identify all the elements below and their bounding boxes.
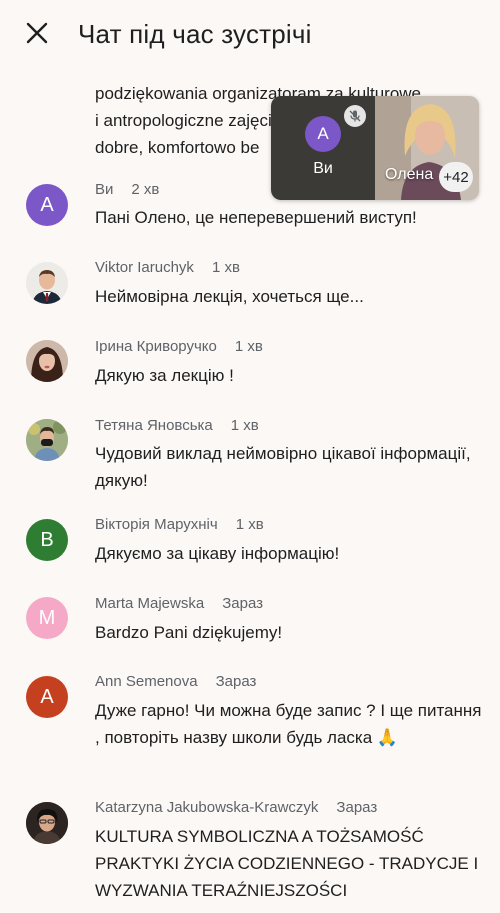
chat-header: Чат під час зустрічі [0,0,500,72]
avatar: M [26,597,68,639]
message-time: Зараз [215,673,257,690]
message-text: Неймовірна лекція, хочеться ще... [95,287,364,306]
avatar: В [26,519,68,561]
message-text: Дякуємо за цікаву інформацію! [95,544,340,563]
person-photo-icon [26,419,68,461]
sender-name: Marta Majewska [95,595,205,612]
message-text: Пані Олено, це неперевершений виступ! [95,208,417,227]
message-text: Чудовий виклад неймовірно цікавої інформ… [95,444,471,490]
message-time: Зараз [336,799,378,816]
self-video-tile[interactable]: A Ви [271,96,375,200]
message-text: Дуже гарно! Чи можна буде запис ? І ще п… [95,701,482,747]
person-photo-icon [26,340,68,382]
person-photo-icon [26,802,68,844]
message-text: Дякую за лекцію ! [95,366,234,385]
avatar: A [305,116,341,152]
participant-video-tile[interactable]: Олена +42 [375,96,479,200]
message-time: 1 хв [235,516,264,533]
person-photo-icon [26,262,68,304]
self-name: Ви [313,160,333,177]
sender-name: Ірина Криворучко [95,338,217,355]
close-button[interactable] [22,18,52,48]
close-icon [26,22,48,44]
mic-off-icon [349,110,361,122]
avatar [26,340,68,382]
video-pip[interactable]: A Ви Олена +42 [271,96,479,200]
participant-count-badge[interactable]: +42 [439,162,473,192]
sender-name: Тетяна Яновська [95,417,213,434]
avatar [26,262,68,304]
participant-name: Олена [385,166,434,183]
avatar [26,802,68,844]
avatar: A [26,184,68,226]
avatar: A [26,676,68,718]
mic-muted-badge [344,105,366,127]
sender-name: Ann Semenova [95,673,198,690]
sender-name: Вікторія Марухніч [95,516,218,533]
message-time: Зараз [222,595,263,612]
message-text: Bardzo Pani dziękujemy! [95,623,283,642]
sender-name: Viktor Iaruchyk [95,259,194,276]
sender-name: Ви [95,181,114,198]
message-time: 1 хв [234,338,263,355]
avatar [26,419,68,461]
message-time: 1 хв [230,417,259,434]
page-title: Чат під час зустрічі [78,19,312,49]
message-time: 1 хв [211,259,240,276]
message-time: 2 хв [131,181,160,198]
sender-name: Katarzyna Jakubowska-Krawczyk [95,799,319,816]
message-text: KULTURA SYMBOLICZNA A TOŻSAMOŚĆ PRAKTYKI… [95,827,479,900]
